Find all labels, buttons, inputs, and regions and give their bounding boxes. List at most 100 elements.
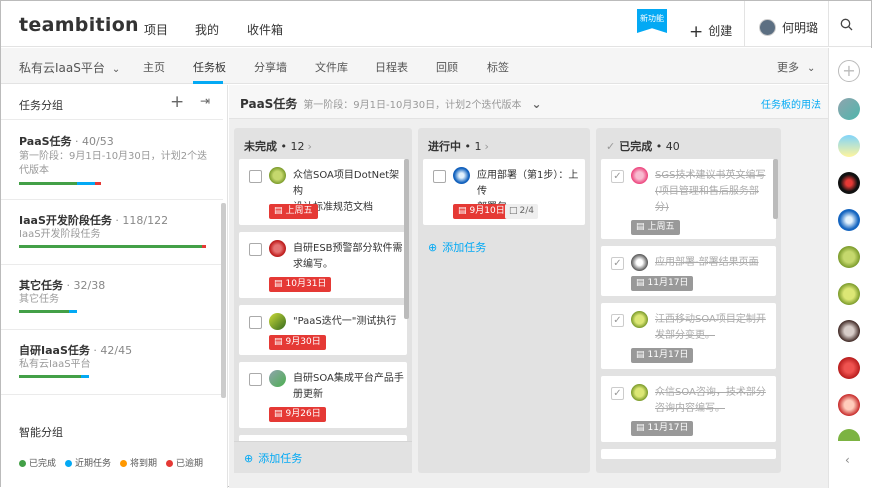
task-card[interactable]: ✓ SGS技术建议书英文编写 (项目管理和售后服务部 分) ▤ 上周五 — [601, 159, 776, 239]
group-title: IaaS开发阶段任务 — [19, 214, 112, 227]
chevron-down-icon[interactable]: ⌄ — [531, 97, 541, 111]
member-avatar[interactable] — [838, 429, 860, 441]
add-task-button[interactable]: ⊕ 添加任务 — [428, 239, 486, 255]
group-item[interactable]: IaaS开发阶段任务 · 118/122 IaaS开发阶段任务 — [1, 201, 223, 265]
group-count: · 40/53 — [71, 135, 114, 148]
task-title: "PaaS迭代一"测试执行 — [293, 314, 396, 330]
avatar — [453, 167, 470, 184]
task-card[interactable]: 众信SOA项目DotNet架构 设计标准规范文档 ▤ 上周五 — [239, 159, 407, 225]
scrollbar[interactable] — [404, 159, 409, 319]
logo[interactable]: teambition — [19, 14, 139, 36]
task-card[interactable]: "PaaS迭代一"测试执行 ▤ 9月30日 — [239, 305, 407, 355]
tab-files[interactable]: 文件库 — [315, 59, 348, 75]
due-date-badge: ▤ 10月31日 — [269, 277, 332, 292]
task-card[interactable]: 自研SOA集成平台产品手 册更新 ▤ 9月26日 — [239, 362, 407, 428]
member-avatar[interactable] — [838, 283, 860, 305]
member-avatar[interactable] — [838, 246, 860, 268]
help-link[interactable]: 任务板的用法 — [761, 96, 821, 111]
add-task-button[interactable]: ⊕ 添加任务 — [244, 450, 302, 466]
pin-icon[interactable]: ⇥ — [200, 94, 210, 108]
member-avatar[interactable] — [838, 135, 860, 157]
task-checkbox-checked[interactable]: ✓ — [611, 387, 624, 400]
group-progress-bar — [19, 182, 101, 185]
task-title-line: 求编写。 — [293, 259, 333, 270]
column-done: ✓ 已完成 • 40 ✓ SGS技术建议书英文编写 (项目管理和售后服务部 分) ▤ 上… — [596, 128, 781, 473]
plus-circle-icon: ⊕ — [244, 452, 254, 465]
avatar — [631, 254, 648, 271]
task-checkbox[interactable] — [249, 243, 262, 256]
task-card[interactable] — [601, 449, 776, 459]
tab-posts[interactable]: 分享墙 — [254, 59, 287, 75]
add-member-icon[interactable]: + — [838, 60, 860, 82]
due-date-badge: ▤ 9月30日 — [269, 335, 326, 350]
active-tab-indicator — [193, 81, 223, 84]
task-checkbox-checked[interactable]: ✓ — [611, 170, 624, 183]
nav-projects[interactable]: 项目 — [144, 21, 168, 38]
legend-label: 已完成 — [29, 459, 57, 469]
task-title: 自研ESB预警部分软件需 求编写。 — [293, 241, 403, 273]
task-checkbox-checked[interactable]: ✓ — [611, 257, 624, 270]
task-title-line: 众信SOA咨询，技术部分 — [655, 387, 766, 398]
add-group-icon[interactable]: + — [170, 92, 184, 112]
due-date: 11月17日 — [647, 278, 689, 288]
group-item[interactable]: 自研IaaS任务 · 42/45 私有云IaaS平台 — [1, 331, 223, 395]
member-avatar[interactable] — [838, 357, 860, 379]
member-avatar[interactable] — [838, 172, 860, 194]
member-avatar[interactable] — [838, 320, 860, 342]
group-item[interactable]: PaaS任务 · 40/53 第一阶段：9月1日-10月30日，计划2个迭代版本 — [1, 119, 223, 200]
nav-inbox[interactable]: 收件箱 — [247, 21, 283, 38]
chevron-right-icon: › — [484, 140, 489, 153]
project-switcher[interactable]: 私有云IaaS平台 ⌄ — [19, 59, 120, 76]
group-item[interactable]: 其它任务 · 32/38 其它任务 — [1, 266, 223, 330]
search-icon[interactable] — [840, 18, 853, 35]
legend: 已完成 近期任务 将到期 已逾期 — [19, 456, 203, 469]
task-board: PaaS任务 第一阶段：9月1日-10月30日，计划2个迭代版本 ⌄ 任务板的用法 … — [229, 85, 828, 488]
scrollbar[interactable] — [773, 159, 778, 219]
task-card[interactable]: ✓ 江西移动SOA项目定制开 发部分变更。 ▤ 11月17日 — [601, 303, 776, 369]
task-checkbox[interactable] — [249, 316, 262, 329]
smart-group-title: 智能分组 — [19, 426, 63, 439]
due-date-badge: ▤ 9月26日 — [269, 407, 326, 422]
more-menu[interactable]: 更多 ⌄ — [777, 59, 815, 75]
calendar-icon: ▤ — [636, 278, 645, 288]
user-menu[interactable]: 何明璐 — [759, 19, 818, 36]
add-task-label: 添加任务 — [442, 241, 487, 254]
column-header[interactable]: 未完成 • 12 › — [244, 138, 312, 154]
due-date: 上周五 — [647, 222, 675, 232]
member-avatar[interactable] — [838, 394, 860, 416]
group-progress-bar — [19, 375, 89, 378]
column-count: • 40 — [652, 140, 680, 153]
group-name: 其它任务 · 32/38 — [19, 277, 105, 293]
due-date: 9月30日 — [285, 337, 321, 347]
column-header[interactable]: ✓ 已完成 • 40 — [606, 138, 680, 154]
tab-tags[interactable]: 标签 — [487, 59, 509, 75]
tab-calendar[interactable]: 日程表 — [375, 59, 408, 75]
task-checkbox[interactable] — [249, 170, 262, 183]
task-card[interactable]: ✓ 众信SOA咨询，技术部分 咨询内容编写。 ▤ 11月17日 — [601, 376, 776, 442]
tab-review[interactable]: 回顾 — [436, 59, 458, 75]
task-checkbox[interactable] — [433, 170, 446, 183]
calendar-icon: ▤ — [274, 337, 283, 347]
member-avatar[interactable] — [838, 98, 860, 120]
task-card[interactable]: 自研ESB预警部分软件需 求编写。 ▤ 10月31日 — [239, 232, 407, 298]
task-card[interactable]: ✓ 应用部署-部署结果页面 ▤ 11月17日 — [601, 246, 776, 296]
create-button[interactable]: + 创建 — [689, 20, 732, 42]
tab-home[interactable]: 主页 — [143, 59, 165, 75]
due-date-badge: ▤ 11月17日 — [631, 276, 694, 291]
scrollbar[interactable] — [221, 203, 226, 398]
member-avatar[interactable] — [838, 209, 860, 231]
task-card[interactable]: 应用部署（第1步）：上传部署包 ▤9月10日 □2/4 — [423, 159, 585, 225]
new-feature-badge[interactable]: 新功能 — [637, 9, 667, 33]
tab-taskboard[interactable]: 任务板 — [193, 59, 226, 75]
task-checkbox[interactable] — [249, 373, 262, 386]
task-checkbox-checked[interactable]: ✓ — [611, 314, 624, 327]
task-title-line: 册更新 — [293, 389, 323, 400]
nav-mine[interactable]: 我的 — [195, 21, 219, 38]
column-header[interactable]: 进行中 • 1 › — [428, 138, 489, 154]
group-desc: 其它任务 — [19, 294, 59, 305]
chevron-left-icon[interactable]: ‹ — [845, 453, 850, 467]
top-bar: teambition 项目 我的 收件箱 新功能 + 创建 何明璐 — [1, 1, 871, 47]
avatar — [269, 167, 286, 184]
plus-circle-icon: ⊕ — [428, 241, 438, 254]
group-title: PaaS任务 — [19, 135, 72, 148]
